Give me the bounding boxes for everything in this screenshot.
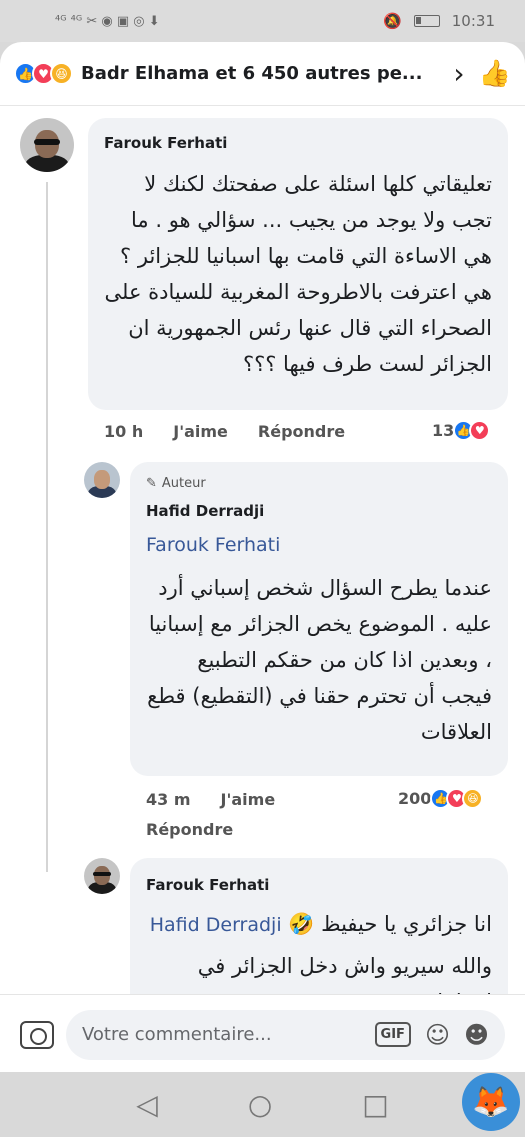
author-badge: ✎ Auteur — [146, 476, 206, 491]
avatar[interactable] — [84, 858, 120, 894]
chevron-right-icon[interactable]: › — [453, 57, 464, 90]
comment-text-part: انا جزائري يا حيفيظ — [321, 912, 492, 936]
comment-text-line-1: انا جزائري يا حيفيظ 🤣 Hafid Derradji — [146, 906, 492, 943]
fox-logo-icon: 🦊 — [462, 1073, 520, 1131]
like-button[interactable]: J'aime — [221, 790, 276, 809]
comment-bubble: Farouk Ferhati تعليقاتي كلها اسئلة على ص… — [88, 118, 508, 410]
reactions-header[interactable]: 👍 ♥ 😆 Badr Elhama et 6 450 autres pe... … — [0, 42, 525, 106]
battery-icon — [413, 15, 440, 27]
reaction-count-value: 200 — [398, 789, 432, 808]
comment-author[interactable]: Farouk Ferhati — [104, 134, 227, 152]
comment-time: 43 m — [146, 790, 191, 809]
thumbs-up-icon[interactable]: 👍 — [479, 59, 511, 89]
avatar[interactable] — [84, 462, 120, 498]
reactions-summary[interactable]: Badr Elhama et 6 450 autres pe... — [81, 63, 445, 84]
status-bar: ⁴ᴳ ⁴ᴳ ✂ ◉ ▣ ◎ ⬇ 🔕 10:31 — [0, 0, 525, 42]
comment-text: عندما يطرح السؤال شخص إسباني أرد عليه . … — [147, 576, 492, 744]
reaction-count[interactable]: 200 👍 ♥ 😆 — [398, 788, 484, 809]
like-button[interactable]: J'aime — [173, 422, 228, 441]
reply-button[interactable]: Répondre — [258, 422, 345, 441]
author-badge-label: Auteur — [161, 476, 206, 491]
home-icon[interactable]: ○ — [248, 1088, 272, 1121]
emoji-icon[interactable]: ☻ — [464, 1021, 489, 1049]
comment-composer: Votre commentaire... GIF ☺ ☻ — [0, 994, 525, 1074]
comment-input[interactable]: Votre commentaire... GIF ☺ ☻ — [66, 1009, 505, 1060]
mute-icon: 🔕 — [383, 12, 402, 30]
thread-line — [46, 182, 48, 872]
comment-placeholder: Votre commentaire... — [82, 1024, 272, 1045]
reaction-icons: 👍 ♥ 😆 — [14, 62, 73, 85]
haha-icon: 😆 — [462, 788, 484, 809]
comments-sheet: 👍 ♥ 😆 Badr Elhama et 6 450 autres pe... … — [0, 42, 525, 1072]
back-icon[interactable]: ◁ — [136, 1088, 158, 1121]
mention-link[interactable]: Hafid Derradji — [150, 914, 282, 936]
status-left-icons: ⁴ᴳ ⁴ᴳ ✂ ◉ ▣ ◎ ⬇ — [55, 13, 160, 29]
sticker-icon[interactable]: ☺ — [425, 1021, 450, 1049]
camera-icon[interactable] — [20, 1020, 54, 1049]
love-icon: ♥ — [469, 420, 491, 441]
recents-icon[interactable]: □ — [362, 1088, 388, 1121]
status-time: 10:31 — [451, 12, 495, 30]
comment-text: تعليقاتي كلها اسئلة على صفحتك لكنك لا تج… — [104, 172, 493, 376]
comment-author[interactable]: Hafid Derradji — [146, 502, 264, 520]
pencil-icon: ✎ — [146, 476, 157, 491]
system-nav-bar: ◁ ○ □ — [0, 1072, 525, 1137]
reaction-count[interactable]: 13 👍 ♥ — [432, 420, 491, 441]
comment-time: 10 h — [104, 422, 144, 441]
haha-icon: 😆 — [50, 62, 73, 85]
mention-link[interactable]: Farouk Ferhati — [146, 534, 280, 556]
laughing-emoji: 🤣 — [288, 912, 315, 936]
comment-author[interactable]: Farouk Ferhati — [146, 876, 269, 894]
comment-actions: 10 h J'aime Répondre — [104, 422, 345, 441]
reply-action-row: Répondre — [146, 820, 233, 839]
reply-button[interactable]: Répondre — [146, 820, 233, 839]
reply-bubble: ✎ Auteur Hafid Derradji Farouk Ferhati ع… — [130, 462, 508, 776]
comment-actions: 43 m J'aime — [146, 790, 275, 809]
gif-button[interactable]: GIF — [374, 1022, 411, 1047]
reaction-count-value: 13 — [432, 421, 455, 440]
avatar[interactable] — [20, 118, 74, 172]
